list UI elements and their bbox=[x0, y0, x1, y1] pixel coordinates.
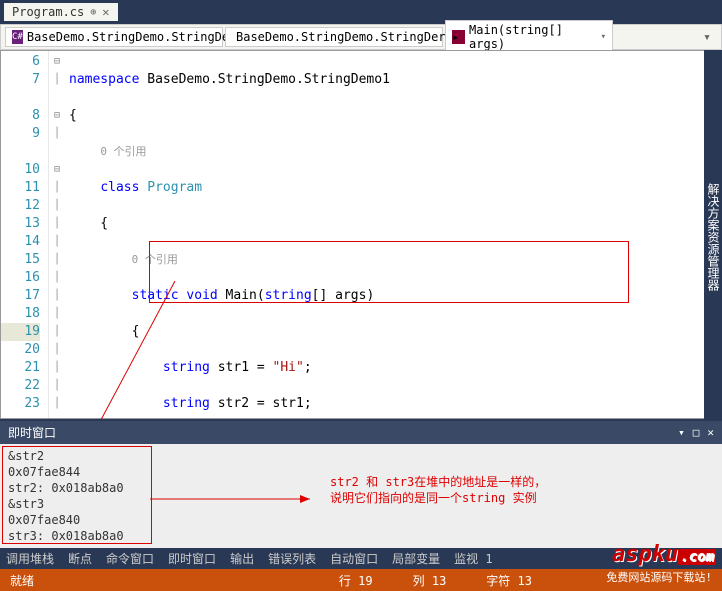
method-icon: ▸ bbox=[452, 30, 465, 44]
csharp-icon: C# bbox=[12, 30, 23, 44]
pin-icon[interactable]: ⊕ bbox=[90, 7, 96, 18]
file-tab-program[interactable]: Program.cs ⊕ ✕ bbox=[4, 3, 118, 21]
method-label: Main(string[] args) bbox=[469, 23, 597, 51]
tab-locals[interactable]: 局部变量 bbox=[392, 550, 440, 567]
scope-label: BaseDemo.StringDemo.StringDer bbox=[27, 30, 237, 44]
immediate-line: str3: 0x018ab8a0 bbox=[8, 528, 714, 544]
file-tab-label: Program.cs bbox=[12, 5, 84, 19]
line-gutter: 67891011121314151617181920212223 bbox=[1, 51, 49, 418]
split-icon[interactable]: ▾ bbox=[697, 30, 717, 45]
solution-explorer-tab[interactable]: 解决方案资源管理器 bbox=[704, 50, 722, 419]
class-dropdown[interactable]: BaseDemo.StringDemo.StringDer ▾ bbox=[225, 27, 443, 47]
immediate-window-title[interactable]: 即时窗口 ▾ □ ✕ bbox=[0, 421, 722, 444]
scope-dropdown[interactable]: C# BaseDemo.StringDemo.StringDer ▾ bbox=[5, 27, 223, 47]
tab-command[interactable]: 命令窗口 bbox=[106, 550, 154, 567]
tab-breakpoints[interactable]: 断点 bbox=[68, 550, 92, 567]
window-menu-icon[interactable]: ▾ bbox=[678, 426, 685, 439]
tab-immediate[interactable]: 即时窗口 bbox=[168, 550, 216, 567]
tab-watch[interactable]: 监视 1 bbox=[454, 550, 492, 567]
immediate-line: &str2 bbox=[8, 448, 714, 464]
tab-bar: Program.cs ⊕ ✕ bbox=[0, 0, 722, 24]
class-label: BaseDemo.StringDemo.StringDer bbox=[236, 30, 446, 44]
close-icon[interactable]: ✕ bbox=[102, 5, 109, 19]
status-ready: 就绪 bbox=[10, 572, 34, 589]
status-line: 行 19 bbox=[339, 572, 373, 589]
close-icon[interactable]: ✕ bbox=[707, 426, 714, 439]
immediate-window: 即时窗口 ▾ □ ✕ &str2 0x07fae844 str2: 0x018a… bbox=[0, 419, 722, 548]
navigation-bar: C# BaseDemo.StringDemo.StringDer ▾ BaseD… bbox=[0, 24, 722, 50]
tab-autos[interactable]: 自动窗口 bbox=[330, 550, 378, 567]
watermark-logo: aspku.com bbox=[612, 542, 716, 567]
immediate-line: 0x07fae840 bbox=[8, 512, 714, 528]
tab-output[interactable]: 输出 bbox=[230, 550, 254, 567]
immediate-body[interactable]: &str2 0x07fae844 str2: 0x018ab8a0 &str3 … bbox=[0, 444, 722, 548]
fold-column[interactable]: ⊟│⊟│⊟│││││││││││││ bbox=[49, 51, 65, 418]
status-char: 字符 13 bbox=[486, 572, 532, 589]
watermark-sub: 免费网站源码下载站! bbox=[606, 569, 712, 585]
status-col: 列 13 bbox=[413, 572, 447, 589]
annotation-text: str2 和 str3在堆中的地址是一样的， 说明它们指向的是同一个string… bbox=[330, 474, 546, 506]
code-area[interactable]: namespace BaseDemo.StringDemo.StringDemo… bbox=[65, 51, 721, 418]
chevron-down-icon: ▾ bbox=[601, 32, 606, 42]
pin-icon[interactable]: □ bbox=[693, 426, 700, 439]
tab-callstack[interactable]: 调用堆栈 bbox=[6, 550, 54, 567]
tab-errors[interactable]: 错误列表 bbox=[268, 550, 316, 567]
code-editor[interactable]: 67891011121314151617181920212223 ⊟│⊟│⊟││… bbox=[0, 50, 722, 419]
method-dropdown[interactable]: ▸ Main(string[] args) ▾ bbox=[445, 20, 613, 54]
